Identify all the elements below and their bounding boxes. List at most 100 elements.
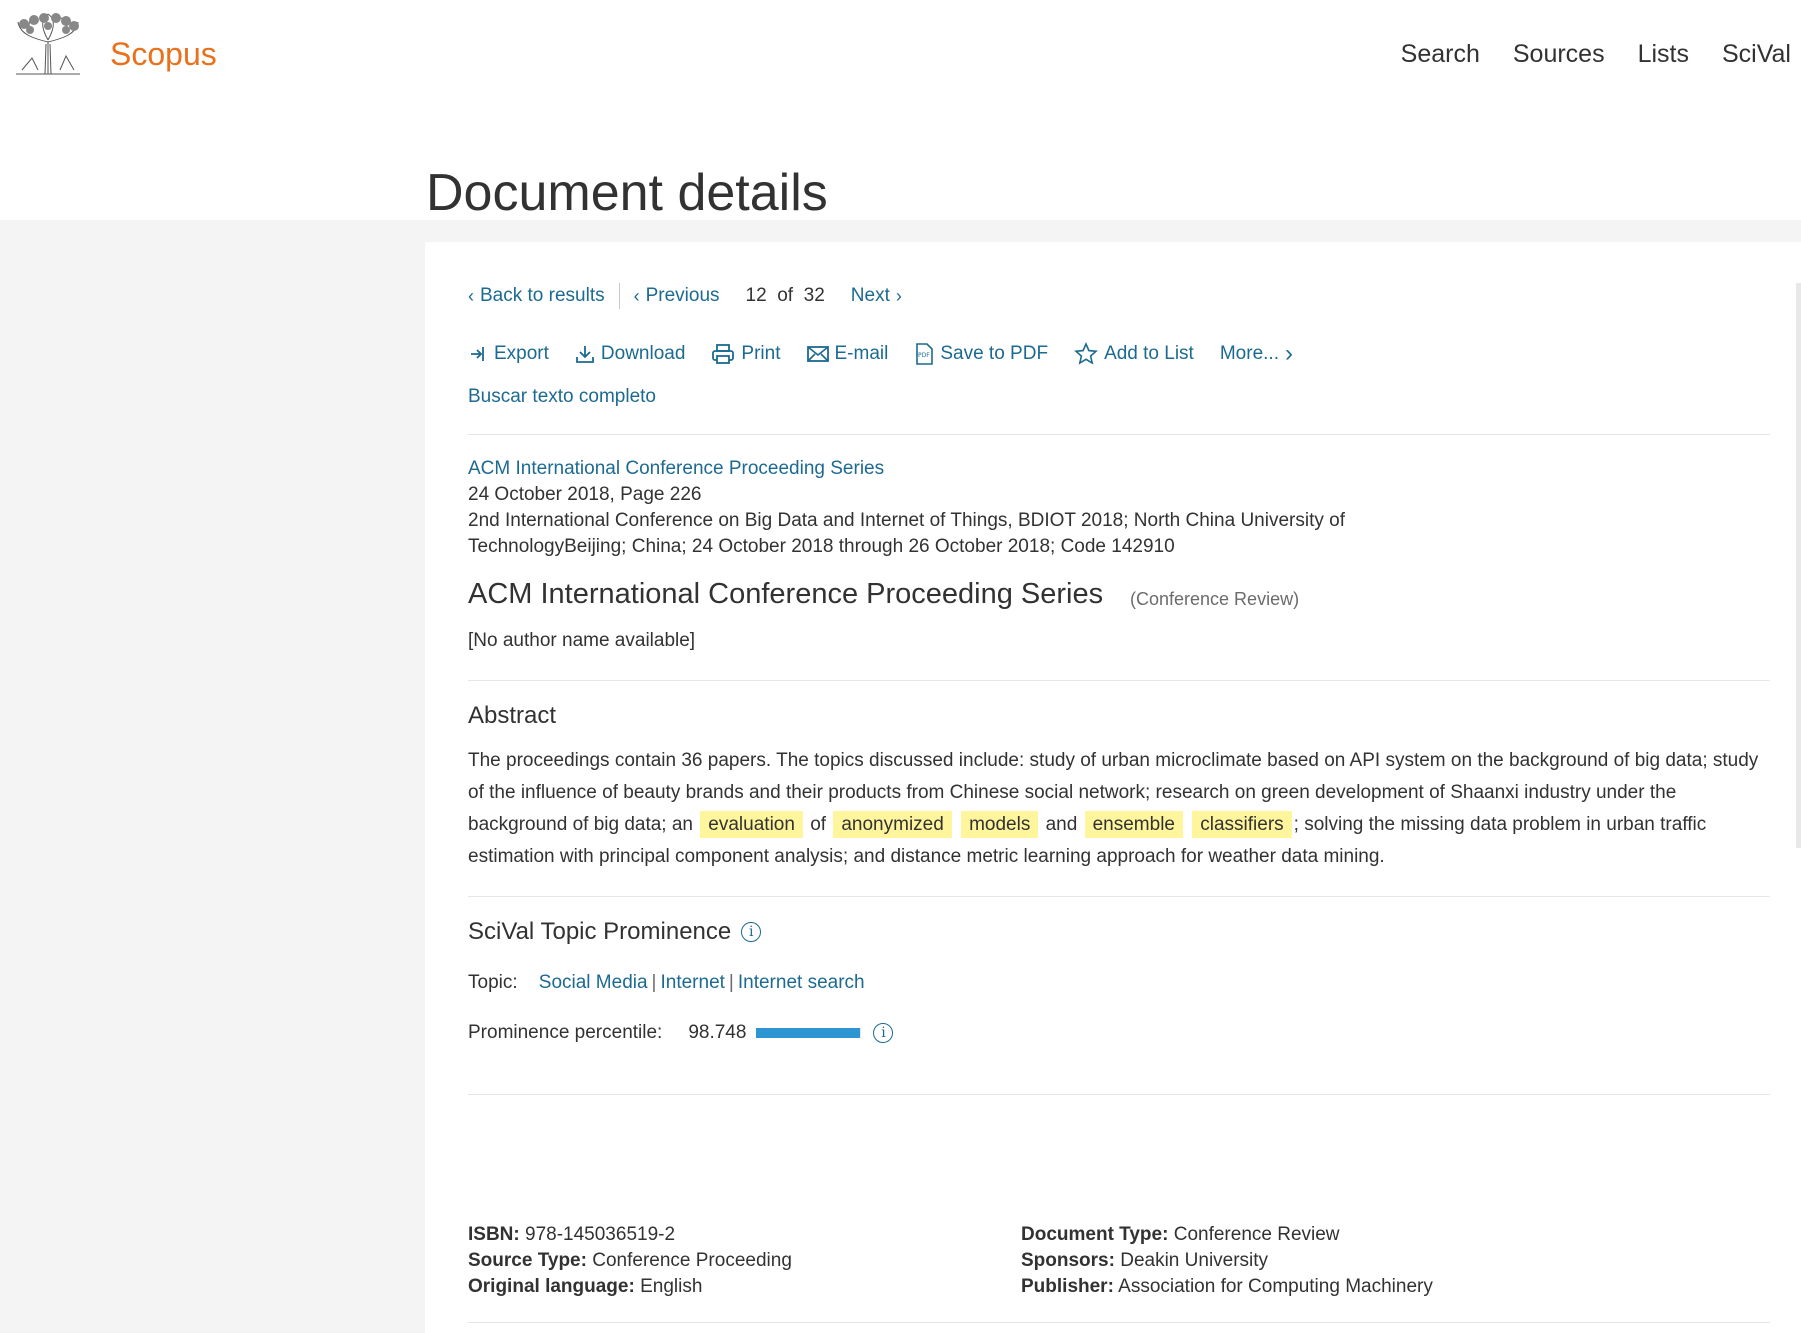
nav-search[interactable]: Search xyxy=(1401,40,1480,69)
divider xyxy=(468,896,1770,897)
isbn-field: ISBN: 978-145036519-2 xyxy=(468,1222,792,1248)
author-list: [No author name available] xyxy=(468,630,696,651)
previous-label: Previous xyxy=(645,285,720,306)
document-type-label: (Conference Review) xyxy=(1130,589,1300,609)
download-label: Download xyxy=(600,343,686,364)
topic-link-social-media[interactable]: Social Media xyxy=(539,972,648,993)
metadata-left: ISBN: 978-145036519-2 Source Type: Confe… xyxy=(468,1222,792,1300)
topic-separator: | xyxy=(728,972,734,993)
source-info: ACM International Conference Proceeding … xyxy=(468,456,1408,560)
document-type-label: Document Type: xyxy=(1021,1224,1169,1245)
elsevier-logo[interactable] xyxy=(12,12,84,78)
abstract-word: and xyxy=(1045,814,1078,835)
more-button[interactable]: More... › xyxy=(1220,340,1293,368)
scrollbar[interactable] xyxy=(1796,283,1801,848)
info-icon[interactable]: i xyxy=(741,922,762,942)
email-button[interactable]: E-mail xyxy=(806,343,889,365)
email-label: E-mail xyxy=(834,343,889,364)
document-title: ACM International Conference Proceeding … xyxy=(468,578,1104,610)
topic-row: Topic: Social Media | Internet | Internet se… xyxy=(468,972,865,994)
top-header: Scopus Search Sources Lists SciVal xyxy=(0,0,1801,112)
divider xyxy=(468,1322,1770,1323)
scopus-brand[interactable]: Scopus xyxy=(110,36,217,73)
print-label: Print xyxy=(741,343,781,364)
topic-separator: | xyxy=(651,972,657,993)
source-type-value: Conference Proceeding xyxy=(592,1250,792,1271)
back-to-results-link[interactable]: ‹ Back to results xyxy=(468,285,605,307)
chevron-right-icon: › xyxy=(1284,340,1293,367)
language-label: Original language: xyxy=(468,1276,635,1297)
pager-row: ‹ Back to results ‹ Previous 12 of 32 Ne… xyxy=(468,283,902,309)
save-to-pdf-button[interactable]: PDF Save to PDF xyxy=(914,343,1048,365)
highlight-term: evaluation xyxy=(700,811,803,838)
topic-link-internet[interactable]: Internet xyxy=(660,972,724,993)
add-to-list-button[interactable]: Add to List xyxy=(1074,342,1194,366)
more-label: More... xyxy=(1219,343,1279,364)
export-button[interactable]: Export xyxy=(468,343,549,365)
prominence-bar xyxy=(756,1028,862,1038)
envelope-icon xyxy=(806,346,829,362)
previous-link[interactable]: ‹ Previous xyxy=(634,285,720,307)
isbn-label: ISBN: xyxy=(468,1224,520,1245)
document-type-field: Document Type: Conference Review xyxy=(1021,1222,1433,1248)
download-button[interactable]: Download xyxy=(575,343,686,365)
main-nav: Search Sources Lists SciVal xyxy=(1401,40,1791,69)
export-icon xyxy=(471,347,484,361)
nav-sources[interactable]: Sources xyxy=(1513,40,1605,69)
publisher-field: Publisher: Association for Computing Mac… xyxy=(1021,1274,1433,1300)
export-label: Export xyxy=(494,343,549,364)
prominence-bar-fill xyxy=(756,1028,861,1038)
source-type-label: Source Type: xyxy=(468,1250,587,1271)
next-label: Next xyxy=(850,285,890,306)
divider xyxy=(468,434,1770,435)
svg-text:PDF: PDF xyxy=(918,352,930,359)
download-icon xyxy=(576,346,594,363)
source-series-link[interactable]: ACM International Conference Proceeding … xyxy=(468,456,1408,482)
isbn-value: 978-145036519-2 xyxy=(525,1224,676,1245)
fulltext-link[interactable]: Buscar texto completo xyxy=(468,386,656,408)
fulltext-row: Buscar texto completo xyxy=(468,386,656,408)
language-value: English xyxy=(640,1276,703,1297)
next-link[interactable]: Next › xyxy=(851,285,902,307)
divider xyxy=(468,680,1770,681)
scival-heading-label: SciVal Topic Prominence xyxy=(468,918,732,945)
printer-icon xyxy=(712,344,735,364)
source-date-page: 24 October 2018, Page 226 xyxy=(468,484,702,505)
current-index: 12 xyxy=(745,285,767,306)
back-label: Back to results xyxy=(480,285,605,306)
scival-heading: SciVal Topic Prominence i xyxy=(468,918,762,946)
chevron-left-icon: ‹ xyxy=(468,285,474,306)
publisher-label: Publisher: xyxy=(1021,1276,1114,1297)
prominence-value: 98.748 xyxy=(688,1022,747,1043)
prominence-row: Prominence percentile: 98.748 i xyxy=(468,1022,894,1044)
abstract-text: The proceedings contain 36 papers. The t… xyxy=(468,745,1768,873)
document-type-value: Conference Review xyxy=(1173,1224,1340,1245)
add-list-label: Add to List xyxy=(1104,343,1194,364)
chevron-right-icon: › xyxy=(895,285,902,306)
result-counter: 12 of 32 xyxy=(746,285,825,307)
print-button[interactable]: Print xyxy=(711,343,781,365)
sponsors-label: Sponsors: xyxy=(1021,1250,1115,1271)
save-pdf-label: Save to PDF xyxy=(940,343,1049,364)
divider xyxy=(618,283,620,309)
metadata-right: Document Type: Conference Review Sponsor… xyxy=(1021,1222,1433,1300)
star-icon xyxy=(1074,342,1098,365)
chevron-left-icon: ‹ xyxy=(633,285,640,306)
page-title: Document details xyxy=(426,163,828,222)
publisher-value: Association for Computing Machinery xyxy=(1118,1276,1433,1297)
topic-link-internet-search[interactable]: Internet search xyxy=(738,972,865,993)
divider xyxy=(468,1094,1770,1095)
total-count: 32 xyxy=(803,285,825,306)
source-type-field: Source Type: Conference Proceeding xyxy=(468,1248,792,1274)
nav-lists[interactable]: Lists xyxy=(1638,40,1689,69)
abstract-word: of xyxy=(810,814,827,835)
highlight-term: classifiers xyxy=(1192,811,1292,838)
sponsors-field: Sponsors: Deakin University xyxy=(1021,1248,1433,1274)
highlight-term: models xyxy=(961,811,1039,838)
nav-scival[interactable]: SciVal xyxy=(1722,40,1791,69)
highlight-term: anonymized xyxy=(833,811,952,838)
conference-info: 2nd International Conference on Big Data… xyxy=(468,510,1345,557)
info-icon[interactable]: i xyxy=(873,1023,894,1043)
actions-row: Export Download Print E-mail PDF Save to… xyxy=(468,340,1293,368)
title-area: Document details xyxy=(0,112,1801,222)
